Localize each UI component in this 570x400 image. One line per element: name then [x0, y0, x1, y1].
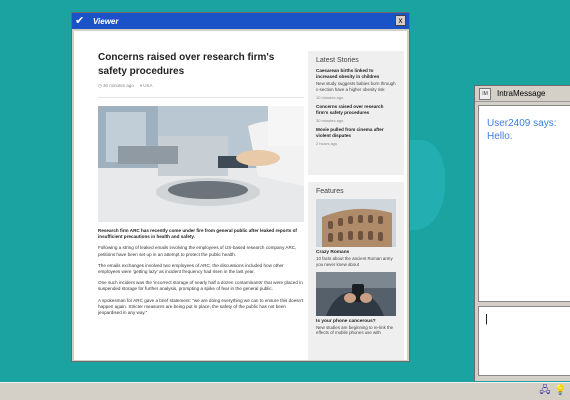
- viewer-titlebar[interactable]: ✔ Viewer x: [72, 13, 409, 29]
- system-tray: 🖧 💡: [539, 384, 566, 398]
- message-sender: User2409 says:: [487, 118, 557, 129]
- lab-photo-image: [98, 106, 304, 222]
- story-description: New study suggests babies born through c…: [316, 81, 396, 92]
- feature-description: 10 facts about the ancient Roman army yo…: [316, 256, 393, 267]
- story-link[interactable]: Concerns raised over research firm's saf…: [308, 100, 404, 123]
- article: Concerns raised over research firm's saf…: [98, 51, 304, 316]
- intramessage-window: IM IntraMessage User2409 says: Hello. |: [474, 85, 570, 381]
- features-heading: Features: [316, 188, 344, 195]
- article-lead: Research firm ARC has recently come unde…: [98, 228, 297, 240]
- checkmark-icon: ✔: [75, 15, 85, 27]
- story-title: Caesarean births linked to increased obe…: [316, 68, 380, 79]
- intramessage-titlebar[interactable]: IM IntraMessage: [475, 86, 570, 102]
- colosseum-image[interactable]: [316, 199, 396, 247]
- lightbulb-icon[interactable]: 💡: [554, 384, 566, 398]
- story-title: Concerns raised over research firm's saf…: [316, 104, 384, 115]
- story-link[interactable]: Movie pulled from cinema after violent d…: [308, 123, 404, 146]
- viewer-content[interactable]: Concerns raised over research firm's saf…: [74, 31, 407, 360]
- feature-title[interactable]: Crazy Romans: [316, 250, 396, 255]
- article-meta: ◷ 30 minutes ago ⌖ USA: [98, 83, 304, 89]
- message-log[interactable]: User2409 says: Hello.: [478, 105, 570, 302]
- location-pin-icon: ⌖: [139, 83, 143, 88]
- intramessage-title: IntraMessage: [497, 89, 546, 98]
- story-time: 2 hours ago: [316, 141, 338, 146]
- article-headline: Concerns raised over research firm's saf…: [98, 52, 275, 77]
- chat-app-icon: IM: [479, 87, 491, 100]
- story-link[interactable]: Caesarean births linked to increased obe…: [308, 64, 404, 100]
- feature-title[interactable]: Is your phone cancerous?: [316, 319, 396, 324]
- article-paragraph: One such incident was the 'incorrect sto…: [98, 280, 303, 292]
- latest-stories-panel: Latest Stories Caesarean births linked t…: [308, 51, 404, 175]
- feature-description: New studies are beginning to re-link the…: [316, 324, 394, 336]
- divider: [98, 97, 304, 98]
- taskbar: 🖧 💡: [0, 382, 570, 400]
- story-title: Movie pulled from cinema after violent d…: [316, 127, 384, 138]
- article-paragraph: The emails exchanges involved two employ…: [98, 262, 284, 275]
- viewer-title: Viewer: [93, 16, 119, 26]
- article-time: 30 minutes ago: [102, 83, 134, 88]
- viewer-window: ✔ Viewer x Concerns raised over research…: [71, 12, 410, 362]
- message-input[interactable]: |: [478, 306, 570, 376]
- features-panel: Features Crazy Romans 10 facts about the…: [308, 182, 404, 360]
- message-text: Hello.: [487, 131, 513, 142]
- article-paragraph: A spokesman for ARC gave a brief stateme…: [98, 297, 304, 316]
- network-icon[interactable]: 🖧: [539, 384, 551, 398]
- close-button[interactable]: x: [395, 15, 406, 26]
- latest-stories-heading: Latest Stories: [316, 57, 359, 64]
- article-paragraph: Following a string of leaked emails invo…: [98, 245, 297, 257]
- article-location: USA: [143, 83, 153, 88]
- phone-image[interactable]: [316, 271, 396, 316]
- clock-icon: ◷: [98, 83, 102, 88]
- text-cursor: |: [485, 313, 488, 325]
